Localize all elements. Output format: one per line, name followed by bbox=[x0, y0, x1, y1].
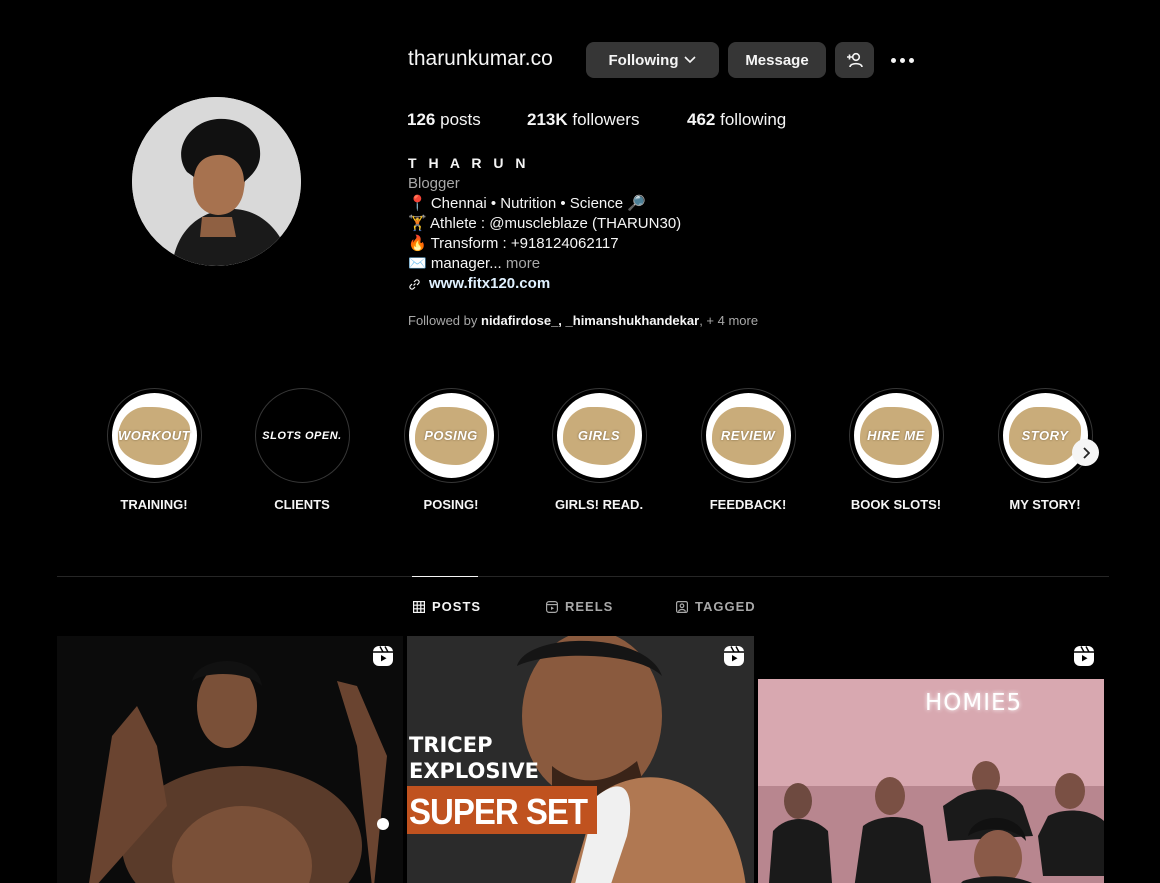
website-link[interactable]: www.fitx120.com bbox=[429, 274, 550, 294]
profile-full-name: T H A R U N bbox=[408, 155, 530, 171]
highlight-feedback[interactable]: REVIEW FEEDBACK! bbox=[693, 388, 803, 512]
post-overlay-text: EXPLOSIVE bbox=[409, 759, 539, 783]
suggest-users-button[interactable] bbox=[835, 42, 874, 78]
bio-line-transform: 🔥 Transform : +918124062117 bbox=[408, 235, 619, 252]
highlight-cover-text: HIRE ME bbox=[867, 428, 925, 443]
profile-bio: T H A R U N Blogger 📍 Chennai • Nutritio… bbox=[408, 153, 681, 294]
post-tile[interactable]: HOMIE5 bbox=[758, 636, 1104, 883]
bio-more-link[interactable]: more bbox=[506, 255, 540, 272]
profile-username: tharunkumar.co bbox=[408, 47, 553, 70]
reel-icon bbox=[724, 646, 744, 666]
tab-posts[interactable]: POSTS bbox=[413, 599, 481, 614]
message-button[interactable]: Message bbox=[728, 42, 826, 78]
post-tile[interactable] bbox=[57, 636, 403, 883]
bio-manager-text: ✉️ manager... bbox=[408, 255, 502, 272]
post-overlay-text: SUPER SET bbox=[409, 791, 588, 832]
website-row[interactable]: www.fitx120.com bbox=[408, 274, 681, 294]
grid-icon bbox=[413, 600, 425, 613]
link-icon bbox=[409, 278, 420, 290]
highlight-girls[interactable]: GIRLS GIRLS! READ. bbox=[544, 388, 654, 512]
highlight-label: POSING! bbox=[423, 497, 479, 512]
followed-by-more[interactable]: , + 4 more bbox=[699, 313, 758, 328]
highlight-cover-text: REVIEW bbox=[720, 428, 776, 443]
highlight-clients[interactable]: SLOTS OPEN. CLIENTS bbox=[247, 388, 357, 512]
bio-line-athlete: 🏋 Athlete : @muscleblaze (THARUN30) bbox=[408, 215, 682, 232]
active-tab-indicator bbox=[412, 576, 478, 577]
highlight-posing[interactable]: POSING POSING! bbox=[396, 388, 506, 512]
highlight-cover-text: SLOTS OPEN. bbox=[262, 429, 342, 442]
add-user-icon bbox=[846, 52, 863, 68]
post-image bbox=[57, 636, 403, 883]
posts-stat: 126 posts bbox=[407, 110, 481, 129]
highlight-label: CLIENTS bbox=[274, 497, 330, 512]
tab-reels[interactable]: REELS bbox=[546, 599, 613, 614]
profile-avatar[interactable] bbox=[132, 97, 301, 266]
highlight-label: TRAINING! bbox=[120, 497, 188, 512]
highlight-cover-text: GIRLS bbox=[577, 428, 621, 443]
highlight-cover-text: POSING bbox=[424, 428, 478, 443]
following-stat[interactable]: 462 following bbox=[687, 110, 786, 130]
highlight-cover-text: WORKOUT bbox=[117, 428, 191, 443]
post-overlay-text: TRICEP bbox=[409, 733, 493, 757]
tab-tagged[interactable]: TAGGED bbox=[676, 599, 756, 614]
profile-category: Blogger bbox=[408, 175, 460, 192]
following-button[interactable]: Following bbox=[586, 42, 719, 78]
chevron-right-icon bbox=[1082, 446, 1090, 459]
bio-line-manager: ✉️ manager... more bbox=[408, 254, 681, 274]
post-tile[interactable]: TRICEP EXPLOSIVE SUPER SET bbox=[407, 636, 754, 883]
highlight-label: GIRLS! READ. bbox=[554, 497, 644, 512]
more-options-icon[interactable] bbox=[887, 50, 917, 70]
following-button-label: Following bbox=[608, 51, 679, 69]
chevron-down-icon bbox=[684, 56, 697, 64]
highlight-cover-text: STORY bbox=[1021, 428, 1069, 443]
tabs-divider bbox=[57, 576, 1109, 577]
followed-by-users[interactable]: nidafirdose_, _himanshukhandekar bbox=[481, 313, 699, 328]
tagged-icon bbox=[676, 600, 688, 613]
highlight-training[interactable]: WORKOUT TRAINING! bbox=[99, 388, 209, 512]
highlight-book-slots[interactable]: HIRE ME BOOK SLOTS! bbox=[841, 388, 951, 512]
reel-icon bbox=[373, 646, 393, 666]
highlight-label: BOOK SLOTS! bbox=[850, 497, 942, 512]
highlight-label: MY STORY! bbox=[1009, 497, 1081, 512]
followers-stat[interactable]: 213K followers bbox=[527, 110, 639, 130]
tab-posts-label: POSTS bbox=[432, 599, 482, 614]
highlight-label: FEEDBACK! bbox=[709, 497, 787, 512]
followed-by[interactable]: Followed by nidafirdose_, _himanshukhand… bbox=[408, 313, 758, 328]
reels-icon bbox=[546, 600, 558, 613]
bio-line-location: 📍 Chennai • Nutrition • Science 🔎 bbox=[408, 195, 646, 212]
message-button-label: Message bbox=[745, 51, 809, 69]
post-overlay-text: HOMIE5 bbox=[925, 690, 1023, 716]
post-image bbox=[758, 636, 1104, 883]
reel-icon bbox=[1074, 646, 1094, 666]
highlights-next-button[interactable] bbox=[1072, 439, 1099, 466]
tab-reels-label: REELS bbox=[565, 599, 614, 614]
tab-tagged-label: TAGGED bbox=[695, 599, 756, 614]
